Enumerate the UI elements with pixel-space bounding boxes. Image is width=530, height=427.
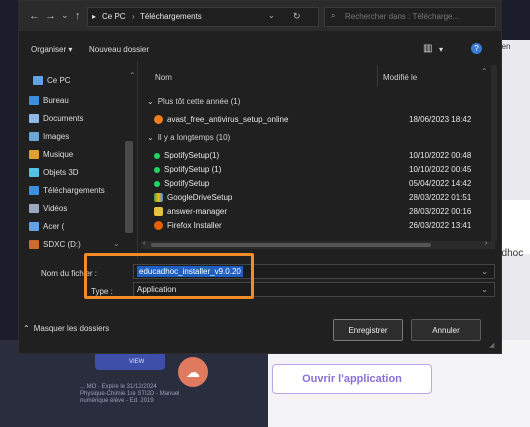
search-icon: ⌕ bbox=[331, 11, 336, 20]
column-header-modified[interactable]: Modifié le bbox=[383, 73, 417, 82]
sidebar-item-images[interactable]: Images bbox=[29, 129, 69, 143]
sidebar-item-pc[interactable]: Ce PC bbox=[33, 73, 71, 87]
file-row[interactable]: GoogleDriveSetup 28/03/2022 01:51 bbox=[154, 193, 494, 207]
column-header-name[interactable]: Nom bbox=[155, 73, 172, 82]
back-icon[interactable]: ← bbox=[29, 10, 40, 22]
list-scroll-up-icon[interactable]: ⌃ bbox=[481, 67, 488, 76]
chevron-down-icon: ⌄ bbox=[147, 133, 154, 142]
sidebar-scroll-up-icon[interactable]: ⌃ bbox=[129, 71, 136, 80]
sidebar-scroll-down-icon[interactable]: ⌄ bbox=[113, 239, 120, 248]
file-row[interactable]: avast_free_antivirus_setup_online 18/06/2… bbox=[154, 115, 494, 129]
drive-icon bbox=[154, 193, 163, 202]
sidebar-item-acer[interactable]: Acer ( bbox=[29, 219, 64, 233]
pc-icon bbox=[33, 75, 43, 85]
annotation-highlight-box bbox=[84, 253, 254, 299]
save-dialog: ← → ⌄ ↑ ▸ Ce PC › Téléchargements ⌄ ↻ ⌕ … bbox=[18, 0, 502, 354]
scroll-left-icon[interactable]: ‹ bbox=[143, 240, 145, 247]
column-divider[interactable] bbox=[377, 65, 378, 87]
view-icon[interactable]: ▥ bbox=[423, 43, 432, 54]
resize-grip-icon[interactable]: ◢ bbox=[489, 341, 494, 349]
chevron-down-icon[interactable]: ⌄ bbox=[481, 267, 488, 276]
horizontal-scroll-thumb[interactable] bbox=[151, 243, 431, 247]
file-row[interactable]: SpotifySetup 05/04/2022 14:42 bbox=[154, 179, 494, 193]
save-button[interactable]: Enregistrer bbox=[333, 319, 403, 341]
spotify-icon bbox=[154, 180, 160, 187]
group-header-recent[interactable]: ⌄ Plus tôt cette année (1) bbox=[147, 97, 240, 106]
thumb-label: VIEW bbox=[129, 359, 145, 365]
path-segment-downloads[interactable]: Téléchargements bbox=[140, 12, 202, 21]
open-app-button[interactable]: Ouvrir l'application bbox=[272, 364, 432, 394]
organize-button[interactable]: Organiser ▾ bbox=[31, 45, 72, 54]
list-scrollbar[interactable] bbox=[491, 65, 497, 241]
cube-icon bbox=[29, 167, 39, 177]
help-icon[interactable]: ? bbox=[471, 43, 482, 54]
chevron-up-icon: ⌃ bbox=[23, 324, 30, 333]
file-row[interactable]: SpotifySetup(1) 10/10/2022 00:48 bbox=[154, 151, 494, 165]
file-row[interactable]: answer-manager 28/03/2022 00:16 bbox=[154, 207, 494, 221]
group-header-old[interactable]: ⌄ Il y a longtemps (10) bbox=[147, 133, 230, 142]
desktop-icon bbox=[29, 95, 39, 105]
avast-icon bbox=[154, 115, 163, 124]
chevron-down-icon: ⌄ bbox=[147, 97, 154, 106]
path-dropdown-icon[interactable]: ⌄ bbox=[268, 11, 275, 20]
documents-icon bbox=[29, 113, 39, 123]
up-icon[interactable]: ↑ bbox=[75, 10, 81, 22]
pane-divider[interactable] bbox=[137, 61, 138, 259]
video-icon bbox=[29, 203, 39, 213]
images-icon bbox=[29, 131, 39, 141]
hide-folders-toggle[interactable]: ⌃ Masquer les dossiers bbox=[23, 324, 109, 333]
sidebar-item-documents[interactable]: Documents bbox=[29, 111, 83, 125]
sidebar-item-desktop[interactable]: Bureau bbox=[29, 93, 69, 107]
path-box[interactable]: ▸ Ce PC › Téléchargements ⌄ ↻ bbox=[87, 7, 319, 27]
scroll-right-icon[interactable]: › bbox=[485, 240, 487, 247]
chevron-down-icon[interactable]: ⌄ bbox=[481, 285, 488, 294]
cancel-button[interactable]: Annuler bbox=[411, 319, 481, 341]
download-icon bbox=[29, 185, 39, 195]
new-folder-button[interactable]: Nouveau dossier bbox=[89, 45, 149, 54]
sidebar-item-downloads[interactable]: Téléchargements bbox=[29, 183, 105, 197]
book-description: ... MO · Expire le 31/12/2024 Physique-C… bbox=[80, 384, 180, 404]
path-segment-pc[interactable]: Ce PC bbox=[102, 12, 126, 21]
cloud-download-icon[interactable]: ☁ bbox=[178, 357, 208, 387]
search-box[interactable]: ⌕ Rechercher dans : Télécharge... bbox=[324, 7, 496, 27]
sidebar-item-music[interactable]: Musique bbox=[29, 147, 73, 161]
spotify-icon bbox=[154, 152, 160, 159]
sd-card-icon bbox=[29, 239, 39, 249]
file-row[interactable]: Firefox Installer 26/03/2022 13:41 bbox=[154, 221, 494, 233]
sidebar-scrollbar[interactable] bbox=[125, 141, 133, 233]
music-icon bbox=[29, 149, 39, 159]
drive-icon bbox=[29, 221, 39, 231]
refresh-icon[interactable]: ↻ bbox=[293, 11, 301, 22]
folder-icon: ▸ bbox=[92, 12, 97, 21]
spotify-icon bbox=[154, 166, 160, 173]
file-icon bbox=[154, 207, 163, 216]
sidebar-item-videos[interactable]: Vidéos bbox=[29, 201, 67, 215]
path-separator: › bbox=[132, 12, 135, 21]
firefox-icon bbox=[154, 221, 163, 230]
file-row[interactable]: SpotifySetup (1) 10/10/2022 00:45 bbox=[154, 165, 494, 179]
sidebar-item-sdxc[interactable]: SDXC (D:) bbox=[29, 237, 81, 251]
sidebar-item-3d-objects[interactable]: Objets 3D bbox=[29, 165, 79, 179]
search-input[interactable]: Rechercher dans : Télécharge... bbox=[345, 12, 459, 21]
chevron-down-icon[interactable]: ⌄ bbox=[61, 10, 69, 21]
forward-icon[interactable]: → bbox=[45, 10, 56, 22]
view-dropdown-icon[interactable]: ▾ bbox=[439, 45, 443, 54]
